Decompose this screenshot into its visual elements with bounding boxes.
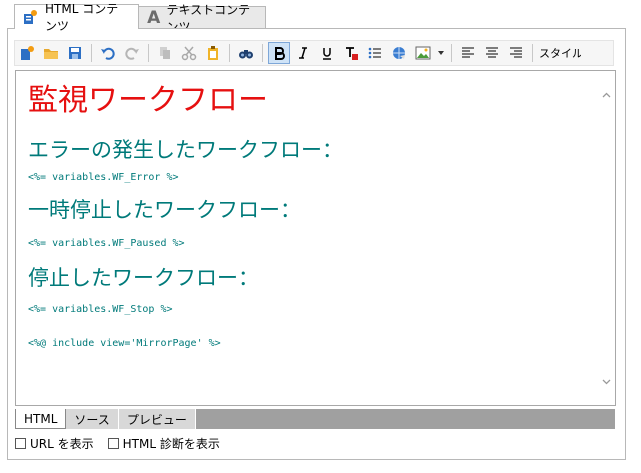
tab-html-content[interactable]: HTML コンテンツ	[14, 2, 139, 33]
chevron-down-icon	[438, 51, 444, 55]
editor-toolbar: スタイル	[14, 40, 614, 66]
toolbar-separator	[532, 44, 533, 62]
save-button[interactable]	[64, 42, 86, 64]
undo-button[interactable]	[97, 42, 119, 64]
list-button[interactable]	[364, 42, 386, 64]
document-title: 監視ワークフロー	[28, 83, 268, 118]
redo-button[interactable]	[121, 42, 143, 64]
style-dropdown[interactable]: スタイル	[537, 45, 581, 61]
undo-icon	[101, 47, 115, 60]
list-icon	[368, 47, 381, 59]
align-center-icon	[486, 47, 498, 58]
tab-mode-preview[interactable]: プレビュー	[118, 409, 196, 429]
bold-button[interactable]	[268, 42, 290, 64]
underline-button[interactable]	[316, 42, 338, 64]
show-diag-checkbox[interactable]	[107, 438, 119, 449]
tab-text-content[interactable]: A テキストコンテンツ	[138, 3, 266, 34]
copy-icon	[160, 47, 170, 59]
scroll-up-icon[interactable]	[602, 91, 611, 100]
content-tabs: HTML コンテンツ A テキストコンテンツ	[14, 2, 266, 34]
show-url-checkbox[interactable]	[15, 438, 26, 449]
italic-button[interactable]	[292, 42, 314, 64]
show-url-option[interactable]: URL を表示	[15, 435, 94, 452]
insert-link-button[interactable]	[388, 42, 410, 64]
show-diag-option[interactable]: HTML 診断を表示	[107, 435, 220, 452]
html-content-icon	[23, 9, 39, 25]
binoculars-icon	[239, 50, 253, 59]
image-dropdown-button[interactable]	[436, 42, 446, 64]
toolbar-separator	[148, 44, 149, 62]
tab-mode-html[interactable]: HTML	[15, 409, 67, 429]
code-wf-error: <%= variables.WF_Error %>	[28, 172, 179, 183]
underline-icon	[323, 48, 331, 60]
find-button[interactable]	[235, 42, 257, 64]
text-color-button[interactable]	[340, 42, 362, 64]
align-right-icon	[510, 47, 522, 58]
view-mode-tabs: HTML ソース プレビュー	[15, 409, 615, 429]
redo-icon	[125, 47, 139, 60]
section-heading-error: エラーの発生したワークフロー：	[28, 138, 343, 162]
folder-icon	[44, 49, 58, 59]
code-include: <%@ include view='MirrorPage' %>	[28, 338, 221, 349]
show-url-label: URL を表示	[30, 437, 94, 451]
new-document-icon	[21, 46, 34, 60]
align-right-button[interactable]	[505, 42, 527, 64]
paste-button[interactable]	[202, 42, 224, 64]
display-options: URL を表示 HTML 診断を表示	[15, 435, 220, 452]
paste-icon	[208, 46, 218, 60]
align-left-icon	[462, 47, 474, 58]
vertical-scrollbar[interactable]	[598, 71, 615, 405]
code-wf-paused: <%= variables.WF_Paused %>	[28, 238, 185, 249]
new-document-button[interactable]	[16, 42, 38, 64]
text-color-icon	[346, 47, 358, 60]
section-heading-stop: 停止したワークフロー：	[28, 266, 259, 290]
toolbar-separator	[91, 44, 92, 62]
globe-link-icon	[393, 47, 405, 59]
code-wf-stop: <%= variables.WF_Stop %>	[28, 304, 173, 315]
insert-image-button[interactable]	[412, 42, 434, 64]
toolbar-separator	[229, 44, 230, 62]
open-button[interactable]	[40, 42, 62, 64]
section-heading-paused: 一時停止したワークフロー：	[28, 198, 301, 222]
italic-icon	[299, 47, 307, 59]
save-icon	[69, 47, 81, 59]
tab-html-content-label: HTML コンテンツ	[45, 2, 119, 33]
cut-button[interactable]	[178, 42, 200, 64]
text-a-icon: A	[147, 7, 161, 28]
copy-button[interactable]	[154, 42, 176, 64]
scissors-icon	[181, 46, 197, 61]
image-icon	[415, 46, 431, 60]
toolbar-separator	[262, 44, 263, 62]
show-diag-label: HTML 診断を表示	[122, 437, 220, 451]
align-left-button[interactable]	[457, 42, 479, 64]
editor-content[interactable]: 監視ワークフロー エラーの発生したワークフロー： <%= variables.W…	[28, 83, 588, 351]
html-editor[interactable]: 監視ワークフロー エラーの発生したワークフロー： <%= variables.W…	[15, 70, 616, 406]
toolbar-separator	[451, 44, 452, 62]
scroll-down-icon[interactable]	[602, 377, 611, 386]
bold-icon	[275, 47, 285, 60]
tab-mode-source[interactable]: ソース	[66, 409, 119, 429]
align-center-button[interactable]	[481, 42, 503, 64]
